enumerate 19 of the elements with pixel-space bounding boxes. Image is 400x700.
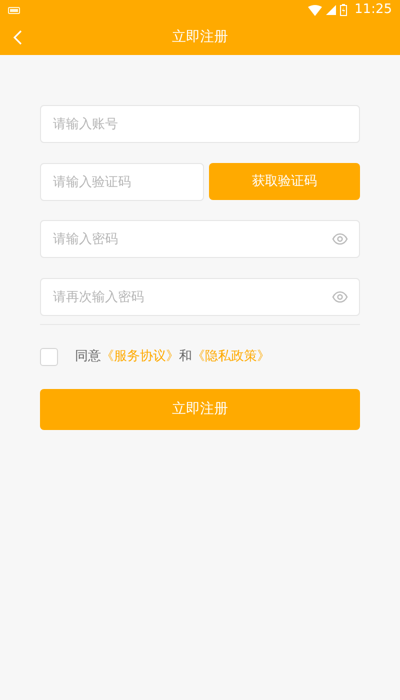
battery-icon <box>340 4 347 16</box>
eye-icon[interactable] <box>332 233 348 245</box>
policy-link[interactable]: 《隐私政策》 <box>192 349 270 364</box>
password-field[interactable]: 请输入密码 <box>40 220 360 258</box>
notification-icon <box>8 6 20 14</box>
policy-link[interactable]: 《服务协议》 <box>101 349 179 364</box>
status-time: 11:25 <box>354 1 392 20</box>
signal-icon <box>326 5 336 15</box>
page-title: 立即注册 <box>172 28 228 47</box>
password-field[interactable]: 请再次输入密码 <box>40 278 360 316</box>
register-button[interactable]: 立即注册 <box>40 388 360 430</box>
wifi-icon <box>308 4 322 16</box>
agree-checkbox[interactable] <box>40 348 58 366</box>
eye-icon[interactable] <box>332 291 348 303</box>
back-icon[interactable] <box>13 30 22 45</box>
get-code-button[interactable]: 获取验证码 <box>209 163 360 200</box>
agreement-text: 同意《服务协议》和《隐私政策》 <box>75 348 270 366</box>
code-field[interactable]: 请输入验证码 <box>40 163 204 201</box>
account-field[interactable]: 请输入账号 <box>40 105 360 143</box>
